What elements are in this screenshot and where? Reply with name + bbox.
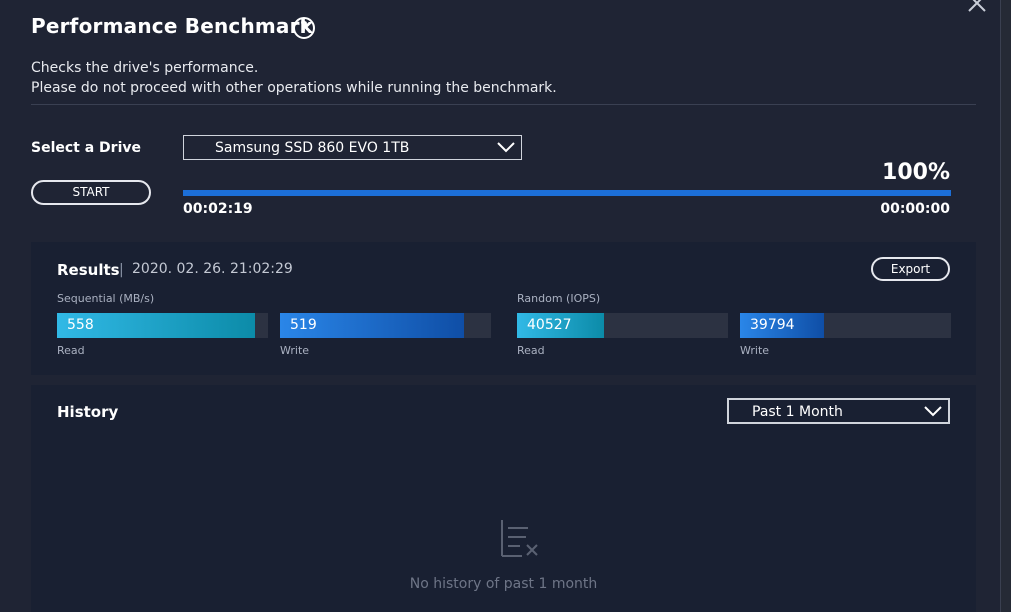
help-icon[interactable]: ?	[293, 17, 315, 39]
random-write-bar: 39794	[740, 313, 951, 338]
elapsed-time: 00:02:19	[183, 201, 253, 217]
benchmark-panel: Performance Benchmark ? Checks the drive…	[0, 0, 1000, 612]
description-line-2: Please do not proceed with other operati…	[31, 80, 557, 96]
page-title: Performance Benchmark	[31, 14, 314, 38]
drive-dropdown-value: Samsung SSD 860 EVO 1TB	[215, 140, 410, 156]
progress-fill	[183, 190, 951, 196]
sequential-write-label: Write	[280, 344, 310, 357]
history-card: History Past 1 Month No history of past …	[31, 385, 976, 612]
sequential-write-bar: 519	[280, 313, 491, 338]
divider	[31, 104, 976, 105]
close-icon[interactable]	[966, 0, 988, 14]
history-title: History	[57, 403, 119, 421]
results-card: Results | 2020. 02. 26. 21:02:29 Export …	[31, 242, 976, 375]
random-write-value: 39794	[750, 317, 795, 333]
random-write-label: Write	[740, 344, 770, 357]
sequential-read-bar: 558	[57, 313, 268, 338]
results-separator: |	[119, 262, 124, 278]
period-dropdown[interactable]: Past 1 Month	[727, 398, 950, 424]
results-timestamp: 2020. 02. 26. 21:02:29	[132, 261, 293, 277]
random-read-value: 40527	[527, 317, 572, 333]
remaining-time: 00:00:00	[880, 201, 950, 217]
empty-history-message: No history of past 1 month	[409, 576, 598, 592]
sequential-read-value: 558	[67, 317, 94, 333]
empty-history-icon	[501, 520, 538, 557]
sequential-read-label: Read	[57, 344, 85, 357]
random-read-label: Read	[517, 344, 545, 357]
sequential-label: Sequential (MB/s)	[57, 292, 155, 305]
progress-percent: 100%	[882, 160, 950, 185]
drive-dropdown[interactable]: Samsung SSD 860 EVO 1TB	[183, 135, 522, 160]
description-line-1: Checks the drive's performance.	[31, 60, 259, 76]
results-title: Results	[57, 261, 120, 279]
progress-bar	[183, 190, 951, 196]
select-drive-label: Select a Drive	[31, 140, 142, 156]
period-dropdown-value: Past 1 Month	[752, 404, 843, 420]
sequential-write-value: 519	[290, 317, 317, 333]
start-button[interactable]: START	[31, 180, 151, 205]
random-label: Random (IOPS)	[517, 292, 601, 305]
random-read-bar: 40527	[517, 313, 728, 338]
export-button[interactable]: Export	[871, 257, 950, 281]
chevron-down-icon	[924, 406, 942, 417]
chevron-down-icon	[497, 142, 515, 153]
background-edge	[1000, 0, 1011, 612]
